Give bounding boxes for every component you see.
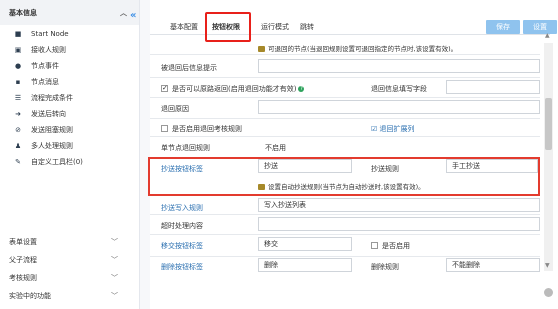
sidebar-section-label: 父子流程 (9, 255, 37, 264)
return-original-checkbox[interactable] (161, 84, 168, 92)
sidebar-section-form-settings[interactable]: 表单设置 ﹀ (0, 234, 138, 249)
sidebar-section-subflow[interactable]: 父子流程 ﹀ (0, 252, 138, 267)
sidebar-section-label: 考核规则 (9, 273, 37, 282)
floating-indicator-icon (544, 288, 553, 297)
sidebar-item-start-node[interactable]: ■ Start Node (0, 27, 138, 41)
return-original-label: 是否可以原路返回(启用退回功能才有效)? (172, 85, 305, 93)
tab-bar: 基本配置 按钮权限 运行模式 跳转 保存 设置 (150, 0, 557, 42)
users-icon: ▣ (14, 46, 22, 54)
sidebar-item-node-event[interactable]: ● 节点事件 (0, 59, 138, 73)
sidebar-header-label: 基本信息 (9, 8, 37, 17)
sidebar: 基本信息 ︿ ■ Start Node ▣ 接收人规则 ● 节点事件 ▪ 节点消… (0, 0, 140, 309)
sidebar-section-label: 表单设置 (9, 237, 37, 246)
divider (150, 234, 540, 235)
block-icon: ⊘ (15, 126, 21, 134)
delete-label: 删除按钮标签 (161, 263, 203, 271)
chevron-down-icon: ﹀ (111, 291, 118, 300)
return-assess-checkbox[interactable] (161, 125, 168, 132)
sidebar-item-label: Start Node (31, 30, 69, 38)
sidebar-section-label: 实验中的功能 (9, 291, 51, 300)
splitter[interactable] (140, 0, 150, 309)
active-tab-highlight (205, 12, 251, 42)
delete-input[interactable]: 删除 (258, 258, 352, 272)
help-icon[interactable]: ? (298, 86, 305, 92)
scrollbar-thumb[interactable] (545, 98, 552, 150)
sidebar-item-send-block-rule[interactable]: ⊘ 发送阻塞规则 (0, 123, 138, 137)
return-info-input[interactable] (258, 59, 540, 73)
sidebar-item-label: 发送阻塞规则 (31, 126, 73, 134)
multi-user-icon: ♟ (14, 142, 22, 150)
divider (150, 97, 540, 98)
highlight-box (148, 157, 540, 196)
message-icon: ▪ (15, 78, 21, 86)
return-ext-link[interactable]: ☑ 退回扩展列 (371, 124, 415, 134)
chevron-down-icon: ﹀ (111, 273, 118, 282)
sidebar-item-after-send-redirect[interactable]: ➜ 发送后转向 (0, 107, 138, 121)
chevron-down-icon: ﹀ (111, 255, 118, 264)
return-field-input[interactable] (446, 80, 540, 94)
chevron-down-icon: ﹀ (111, 237, 118, 246)
divider (150, 136, 540, 137)
toolbar-icon: ✎ (15, 158, 21, 166)
delete-rule-label: 删除规则 (371, 263, 399, 271)
return-reason-input[interactable] (258, 100, 540, 114)
return-reason-label: 退回原因 (161, 105, 189, 113)
return-info-label: 被退回后信息提示 (161, 64, 217, 72)
cc-write-rule-select[interactable]: 写入抄送列表 (258, 198, 540, 212)
timeout-label: 超时处理内容 (161, 222, 203, 230)
sidebar-item-label: 发送后转向 (31, 110, 66, 118)
timeout-input[interactable] (258, 217, 540, 231)
sidebar-item-receiver-rule[interactable]: ▣ 接收人规则 (0, 43, 138, 57)
sidebar-item-node-message[interactable]: ▪ 节点消息 (0, 75, 138, 89)
hint-returnable-nodes: 可退回的节点(当退回规则设置可退回指定的节点时,该设置有效)。 (258, 43, 457, 53)
lock-icon (258, 46, 265, 52)
single-return-value[interactable]: 不启用 (265, 143, 286, 153)
sidebar-item-label: 节点消息 (31, 78, 59, 86)
divider (150, 77, 540, 78)
tab-run-mode[interactable]: 运行模式 (261, 20, 289, 34)
delete-rule-select[interactable]: 不能删除 (446, 258, 540, 272)
divider (150, 214, 540, 215)
sidebar-item-custom-toolbar[interactable]: ✎ 自定义工具栏(0) (0, 155, 138, 169)
return-assess-label: 是否启用退回考核规则 (172, 125, 242, 133)
divider (150, 256, 540, 257)
sidebar-section-assess-rule[interactable]: 考核规则 ﹀ (0, 270, 138, 285)
transfer-enable-checkbox[interactable] (371, 242, 378, 249)
sidebar-item-label: 节点事件 (31, 62, 59, 70)
scroll-up-icon[interactable]: ▲ (545, 32, 550, 39)
chevron-up-icon[interactable]: ︿ (120, 8, 127, 18)
divider (150, 54, 540, 55)
collapse-sidebar-icon[interactable]: « (130, 10, 136, 21)
sidebar-item-multi-user-rule[interactable]: ♟ 多人处理规则 (0, 139, 138, 153)
cc-write-rule-label: 抄送写入规则 (161, 204, 203, 212)
transfer-enable-label: 是否启用 (382, 242, 410, 250)
divider (150, 118, 540, 119)
sidebar-item-label: 接收人规则 (31, 46, 66, 54)
hint-text: 可退回的节点(当退回规则设置可退回指定的节点时,该设置有效)。 (268, 45, 458, 53)
edit-icon: ☑ (371, 125, 378, 133)
node-icon: ■ (14, 30, 22, 38)
transfer-input[interactable]: 移交 (258, 237, 352, 251)
sidebar-item-complete-condition[interactable]: ☰ 流程完成条件 (0, 91, 138, 105)
save-button[interactable]: 保存 (486, 20, 520, 34)
single-return-label: 单节点退回规则 (161, 144, 210, 152)
sidebar-header[interactable]: 基本信息 ︿ (0, 0, 139, 25)
return-field-label: 退回信息填写字段 (371, 85, 427, 93)
tab-jump[interactable]: 跳转 (300, 20, 314, 34)
redirect-icon: ➜ (15, 110, 21, 118)
scrollbar[interactable] (544, 43, 553, 271)
sidebar-item-label: 多人处理规则 (31, 142, 73, 150)
event-icon: ● (14, 62, 22, 70)
sidebar-item-label: 流程完成条件 (31, 94, 73, 102)
sidebar-section-experimental[interactable]: 实验中的功能 ﹀ (0, 288, 138, 303)
tab-basic-config[interactable]: 基本配置 (170, 20, 198, 34)
scroll-down-icon[interactable]: ▼ (545, 262, 550, 269)
list-icon: ☰ (14, 94, 22, 102)
settings-button[interactable]: 设置 (523, 20, 557, 34)
sidebar-item-label: 自定义工具栏(0) (31, 158, 83, 166)
transfer-label: 移交按钮标签 (161, 242, 203, 250)
